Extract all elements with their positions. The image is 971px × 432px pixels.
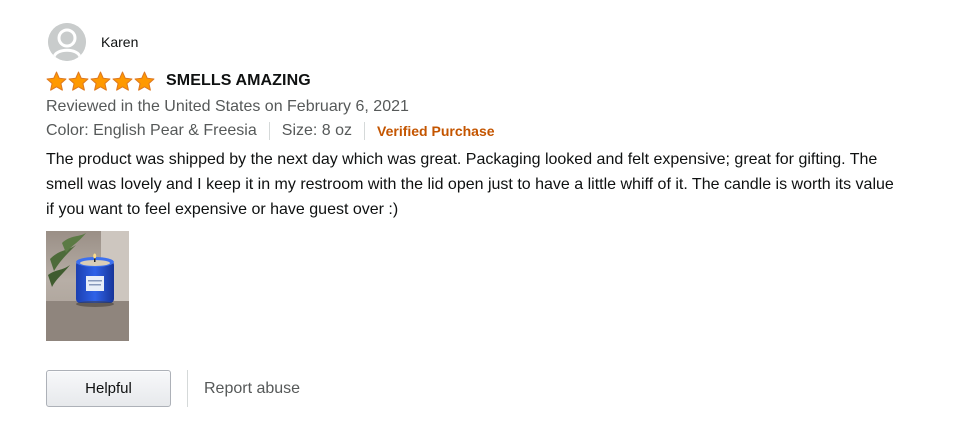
verified-purchase-badge: Verified Purchase [377, 123, 495, 139]
report-abuse-link[interactable]: Report abuse [204, 380, 300, 398]
star-filled-icon [112, 71, 133, 91]
star-filled-icon [46, 71, 67, 91]
review-format-strip: Color: English Pear & Freesia Size: 8 oz… [46, 121, 946, 141]
variant-color[interactable]: Color: English Pear & Freesia [46, 121, 257, 141]
variant-size: Size: 8 oz [281, 122, 353, 139]
user-silhouette-icon [48, 23, 86, 61]
divider [268, 122, 270, 140]
star-rating[interactable] [46, 71, 155, 91]
helpful-button[interactable]: Helpful [46, 370, 171, 407]
review-body: The product was shipped by the next day … [46, 151, 894, 218]
review-actions: Helpful Report abuse [46, 370, 300, 407]
star-filled-icon [68, 71, 89, 91]
customer-review: Karen SMELLS AMAZING Reviewed in the Uni… [46, 22, 946, 341]
review-image-thumbnail[interactable] [46, 231, 129, 341]
review-date: Reviewed in the United States on Februar… [46, 98, 409, 115]
review-title[interactable]: SMELLS AMAZING [166, 72, 311, 90]
star-filled-icon [90, 71, 111, 91]
reviewer-name[interactable]: Karen [101, 34, 138, 50]
divider [187, 370, 188, 407]
review-title-row: SMELLS AMAZING [46, 70, 946, 92]
star-filled-icon [134, 71, 155, 91]
divider [364, 122, 366, 140]
reviewer-profile[interactable]: Karen [46, 22, 946, 62]
